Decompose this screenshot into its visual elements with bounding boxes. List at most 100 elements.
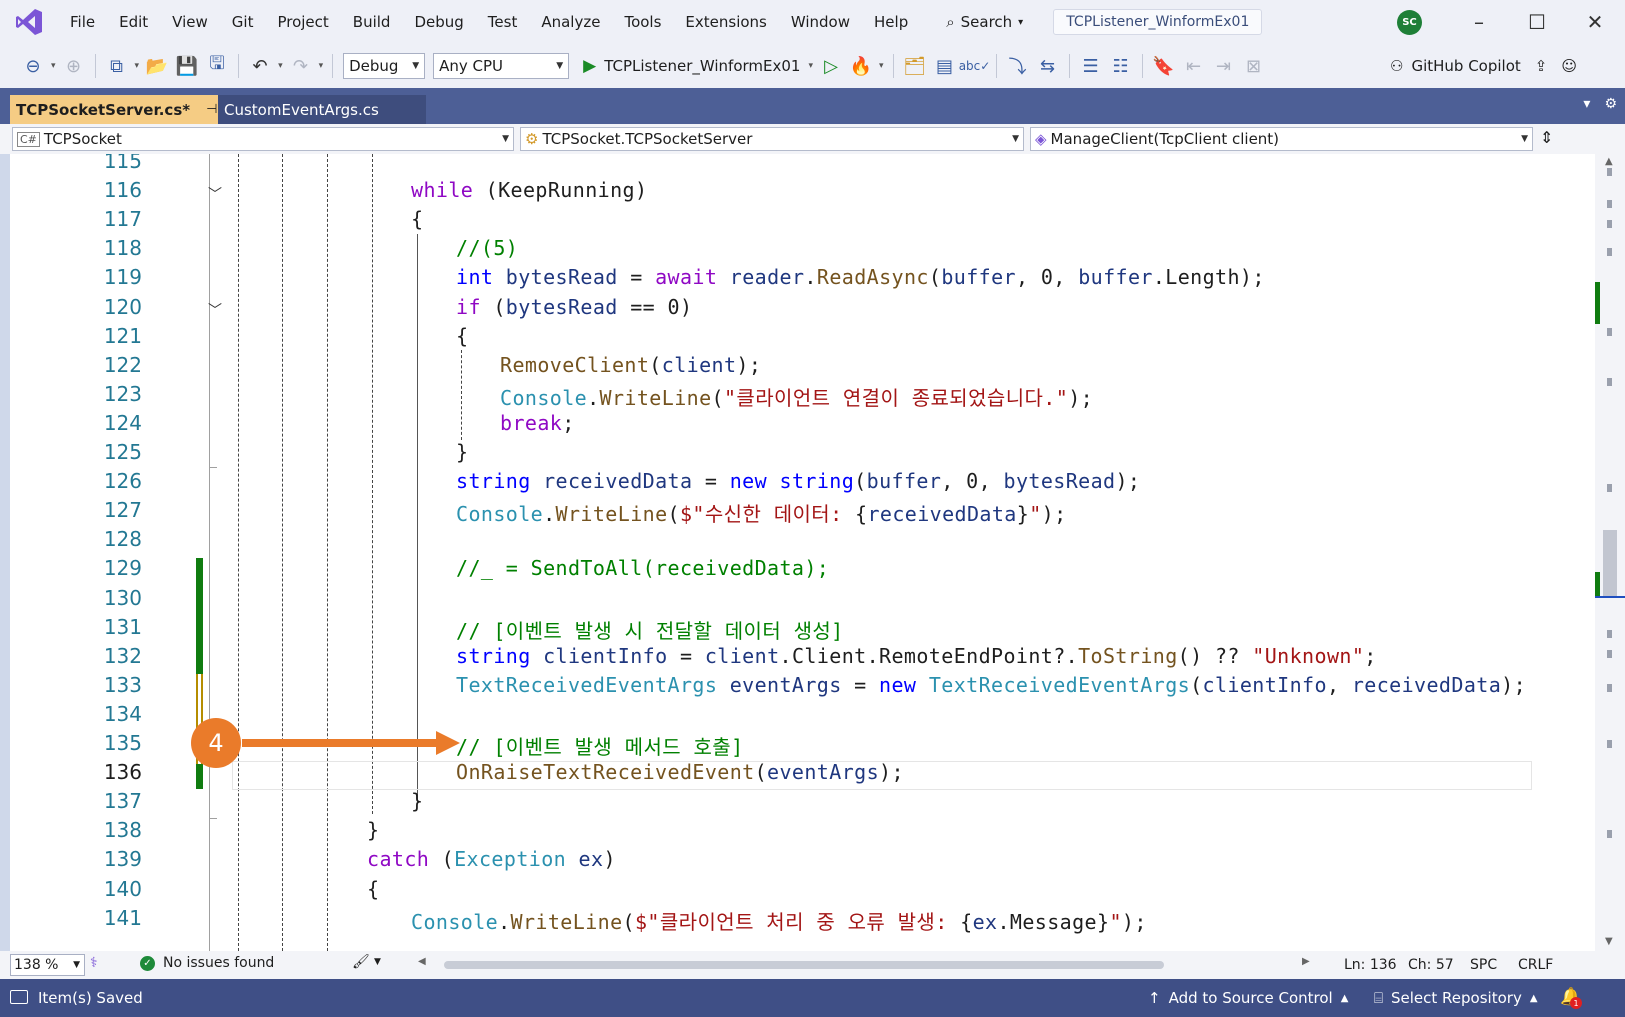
chevron-down-icon[interactable]: ▾ bbox=[879, 61, 884, 71]
code-line[interactable]: } bbox=[367, 818, 379, 842]
menu-view[interactable]: View bbox=[160, 0, 220, 44]
pin-icon[interactable]: ⊣ bbox=[206, 102, 217, 117]
menu-file[interactable]: File bbox=[58, 0, 107, 44]
chevron-down-icon[interactable]: ▾ bbox=[319, 61, 324, 71]
open-folder-icon[interactable]: 📂 bbox=[144, 53, 170, 79]
split-window-icon[interactable]: ⇕ bbox=[1540, 128, 1553, 147]
step-into-icon[interactable]: ⤵ bbox=[1005, 53, 1031, 79]
menu-project[interactable]: Project bbox=[265, 0, 340, 44]
project-dropdown[interactable]: C# TCPSocket ▼ bbox=[12, 127, 514, 151]
scroll-left-icon[interactable]: ◀ bbox=[418, 956, 426, 967]
menu-build[interactable]: Build bbox=[341, 0, 403, 44]
line-ending-indicator[interactable]: CRLF bbox=[1518, 957, 1553, 973]
tab-customeventargs[interactable]: CustomEventArgs.cs bbox=[218, 95, 426, 124]
save-all-icon[interactable]: 🖫 bbox=[204, 53, 230, 79]
code-line[interactable]: //(5) bbox=[456, 236, 518, 260]
maximize-button[interactable]: ☐ bbox=[1508, 0, 1566, 44]
member-dropdown[interactable]: ◈ ManageClient(TcpClient client) ▼ bbox=[1030, 127, 1533, 151]
chevron-down-icon[interactable]: ▾ bbox=[51, 61, 56, 71]
type-dropdown[interactable]: ⚙ TCPSocket.TCPSocketServer ▼ bbox=[520, 127, 1024, 151]
run-button[interactable]: ▶ TCPListener_WinformEx01 ▾ bbox=[583, 56, 816, 76]
code-line[interactable]: string clientInfo = client.Client.Remote… bbox=[456, 644, 1377, 668]
close-window-button[interactable]: ✕ bbox=[1566, 0, 1624, 44]
tab-tcpsocketserver[interactable]: TCPSocketServer.cs* ⊣ ✕ bbox=[10, 95, 244, 124]
code-line[interactable]: } bbox=[411, 789, 423, 813]
code-line[interactable]: { bbox=[411, 207, 423, 231]
bookmark-icon[interactable]: 🔖 bbox=[1151, 53, 1177, 79]
code-line[interactable]: catch (Exception ex) bbox=[367, 847, 616, 871]
menu-debug[interactable]: Debug bbox=[402, 0, 475, 44]
menu-window[interactable]: Window bbox=[779, 0, 862, 44]
previous-bookmark-icon[interactable]: ⇤ bbox=[1181, 53, 1207, 79]
menu-tools[interactable]: Tools bbox=[612, 0, 673, 44]
menu-test[interactable]: Test bbox=[476, 0, 530, 44]
code-line[interactable]: // [이벤트 발생 메서드 호출] bbox=[456, 731, 744, 760]
menu-help[interactable]: Help bbox=[862, 0, 920, 44]
code-line[interactable]: //_ = SendToAll(receivedData); bbox=[456, 556, 829, 580]
code-line[interactable]: RemoveClient(client); bbox=[500, 353, 761, 377]
scrollbar-thumb[interactable] bbox=[1603, 530, 1617, 596]
new-project-icon[interactable]: ⧉ bbox=[104, 53, 130, 79]
code-line[interactable]: while (KeepRunning) bbox=[411, 178, 647, 202]
undo-icon[interactable]: ↶ bbox=[247, 53, 273, 79]
menu-extensions[interactable]: Extensions bbox=[673, 0, 778, 44]
scroll-right-icon[interactable]: ▶ bbox=[1302, 956, 1310, 967]
scroll-up-icon[interactable]: ▲ bbox=[1605, 156, 1613, 167]
outdent-icon[interactable]: ☷ bbox=[1108, 53, 1134, 79]
output-window-icon[interactable] bbox=[10, 990, 28, 1004]
code-line[interactable]: OnRaiseTextReceivedEvent(eventArgs); bbox=[456, 760, 904, 784]
code-line[interactable]: // [이벤트 발생 시 전달할 데이터 생성] bbox=[456, 615, 844, 644]
minimize-button[interactable]: – bbox=[1450, 0, 1508, 44]
vertical-scrollbar[interactable]: ▲ ▼ bbox=[1595, 154, 1625, 951]
settings-gear-icon[interactable]: ⚙ bbox=[1604, 96, 1617, 112]
user-avatar[interactable]: SC bbox=[1397, 10, 1422, 35]
zoom-select[interactable]: 138 % ▼ bbox=[10, 954, 85, 976]
chevron-down-icon[interactable]: ▾ bbox=[135, 61, 140, 71]
scroll-down-icon[interactable]: ▼ bbox=[1605, 936, 1613, 947]
compare-icon[interactable]: ⇆ bbox=[1035, 53, 1061, 79]
horizontal-scrollbar-thumb[interactable] bbox=[444, 961, 1164, 969]
code-line[interactable]: } bbox=[456, 440, 468, 464]
spell-check-icon[interactable]: abc✓ bbox=[959, 53, 991, 79]
configuration-select[interactable]: Debug ▼ bbox=[343, 53, 426, 79]
char-indicator[interactable]: Ch: 57 bbox=[1408, 957, 1454, 973]
collapse-chevron-icon[interactable]: ﹀ bbox=[208, 184, 222, 204]
browser-icon[interactable]: ▤ bbox=[932, 53, 958, 79]
share-icon[interactable]: ⇪ bbox=[1535, 57, 1548, 75]
horizontal-scrollbar[interactable]: ◀ ▶ bbox=[418, 956, 1340, 970]
github-copilot-button[interactable]: ⚇ GitHub Copilot ⇪ ☺ bbox=[1390, 44, 1577, 88]
redo-icon[interactable]: ↷ bbox=[288, 53, 314, 79]
code-line[interactable]: { bbox=[456, 324, 468, 348]
save-icon[interactable]: 💾 bbox=[174, 53, 200, 79]
health-icon[interactable]: ⚕ bbox=[90, 955, 98, 971]
line-indicator[interactable]: Ln: 136 bbox=[1344, 957, 1397, 973]
chevron-down-icon[interactable]: ▾ bbox=[808, 61, 813, 71]
code-line[interactable]: string receivedData = new string(buffer,… bbox=[456, 469, 1140, 493]
menu-git[interactable]: Git bbox=[220, 0, 266, 44]
menu-analyze[interactable]: Analyze bbox=[529, 0, 612, 44]
indent-icon[interactable]: ☰ bbox=[1078, 53, 1104, 79]
platform-select[interactable]: Any CPU ▼ bbox=[433, 53, 570, 79]
feedback-icon[interactable]: ☺ bbox=[1561, 57, 1577, 75]
tab-dropdown-icon[interactable]: ▾ bbox=[1583, 96, 1590, 112]
select-repository-button[interactable]: ⌸ Select Repository ▲ bbox=[1374, 989, 1538, 1007]
code-line[interactable]: TextReceivedEventArgs eventArgs = new Te… bbox=[456, 673, 1526, 697]
chevron-down-icon[interactable]: ▼ bbox=[374, 957, 381, 967]
hot-reload-icon[interactable]: 🔥 bbox=[848, 53, 874, 79]
collapse-chevron-icon[interactable]: ﹀ bbox=[208, 300, 222, 320]
code-line[interactable]: break; bbox=[500, 411, 575, 435]
search-button[interactable]: ⌕ Search ▾ bbox=[938, 7, 1031, 37]
forward-navigation-icon[interactable]: ⊕ bbox=[61, 53, 87, 79]
add-to-source-control-button[interactable]: ↑ Add to Source Control ▲ bbox=[1148, 989, 1348, 1007]
code-cleanup-icon[interactable]: 🖌 bbox=[352, 954, 370, 970]
code-line[interactable]: Console.WriteLine($"클라이언트 처리 중 오류 발생: {e… bbox=[411, 906, 1147, 935]
start-without-debugging-icon[interactable]: ▷ bbox=[818, 53, 844, 79]
notifications-button[interactable]: 🔔 1 bbox=[1560, 987, 1582, 1009]
chevron-down-icon[interactable]: ▾ bbox=[278, 61, 283, 71]
code-line[interactable]: if (bytesRead == 0) bbox=[456, 295, 692, 319]
menu-edit[interactable]: Edit bbox=[107, 0, 160, 44]
code-line[interactable]: int bytesRead = await reader.ReadAsync(b… bbox=[456, 265, 1265, 289]
issues-indicator[interactable]: ✓ No issues found bbox=[140, 955, 274, 971]
back-navigation-icon[interactable]: ⊖ bbox=[20, 53, 46, 79]
code-line[interactable]: { bbox=[367, 877, 379, 901]
